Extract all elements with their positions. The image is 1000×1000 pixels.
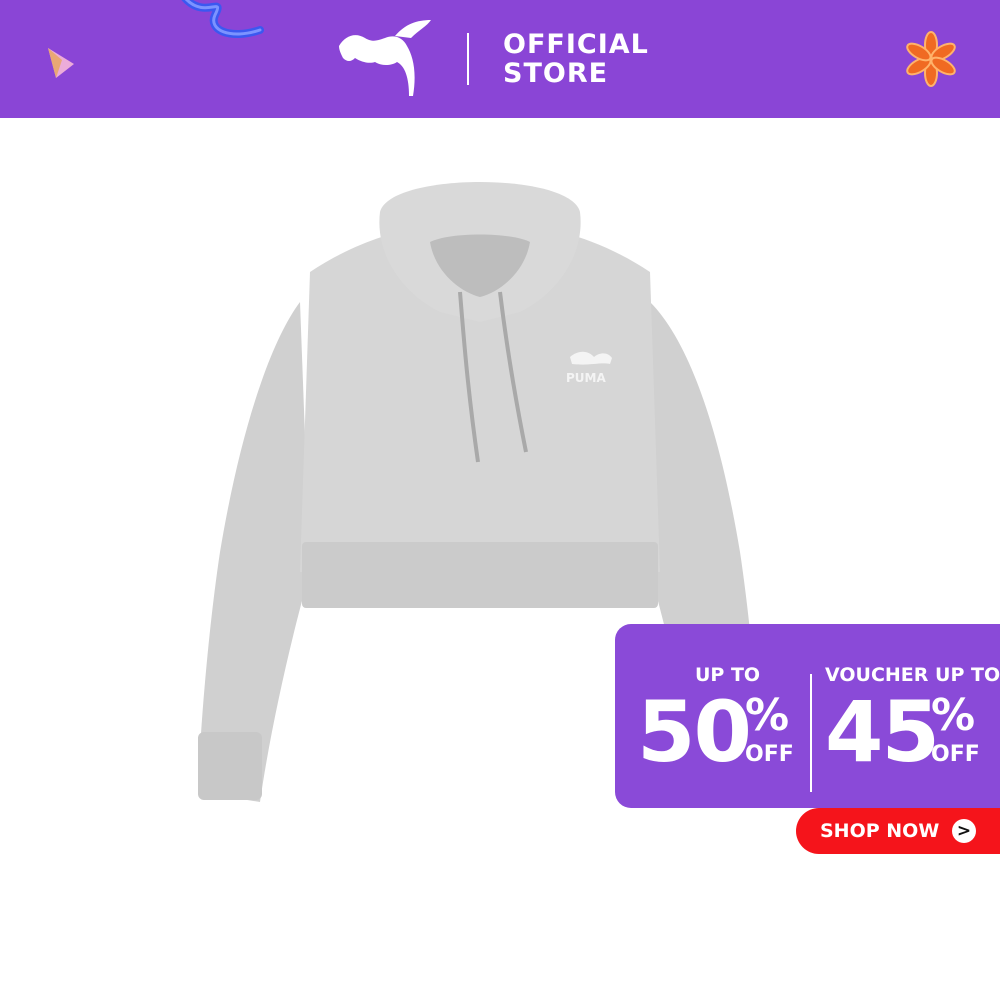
pennant-decoration-icon	[48, 48, 74, 78]
promo-right-percent: %	[931, 690, 976, 741]
official-store-label: OFFICIAL STORE	[503, 30, 649, 88]
promo-divider	[810, 674, 812, 792]
header-divider	[467, 33, 469, 85]
promo-left-value: 50	[637, 683, 752, 781]
shop-now-button[interactable]: SHOP NOW >	[796, 808, 1000, 854]
discount-promo-badge[interactable]: UP TO 50 % OFF VOUCHER UP TO 45 % OFF	[615, 624, 1000, 808]
promo-right-off: OFF	[931, 742, 980, 767]
promo-left-off: OFF	[745, 742, 794, 767]
puma-logo-icon	[339, 20, 431, 96]
promo-left-percent: %	[745, 690, 790, 741]
store-line-2: STORE	[503, 58, 609, 89]
store-line-1: OFFICIAL	[503, 29, 649, 60]
asterisk-decoration-icon	[906, 31, 956, 87]
store-header: OFFICIAL STORE	[0, 0, 1000, 118]
hoodie-logo-text: PUMA	[566, 371, 606, 385]
arrow-right-icon: >	[952, 819, 976, 843]
shop-now-label: SHOP NOW	[820, 820, 940, 842]
promo-right-value: 45	[825, 683, 940, 781]
swirl-decoration-icon	[181, 0, 264, 38]
